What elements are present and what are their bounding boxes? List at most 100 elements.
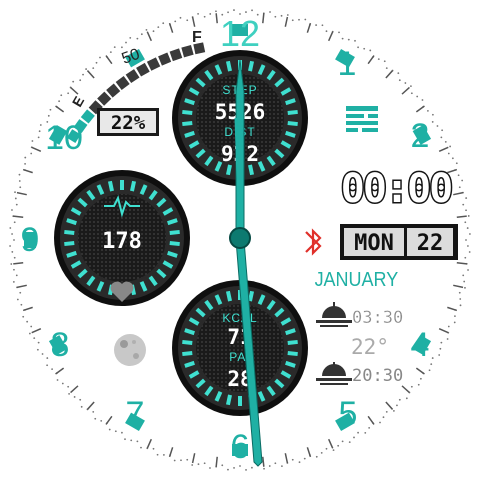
minute-tick bbox=[327, 31, 334, 42]
minute-dot bbox=[382, 416, 385, 419]
heart-rate-value: 178 bbox=[102, 229, 142, 254]
minute-tick bbox=[105, 415, 113, 425]
minute-dot bbox=[251, 466, 253, 469]
minute-dot bbox=[280, 14, 283, 17]
minute-dot bbox=[274, 15, 277, 18]
minute-dot bbox=[18, 173, 21, 176]
minute-dot bbox=[186, 458, 189, 461]
minute-dot bbox=[156, 453, 159, 456]
minute-dot bbox=[440, 341, 443, 344]
minute-tick bbox=[284, 16, 289, 27]
minute-tick bbox=[191, 453, 196, 464]
minute-dot bbox=[68, 393, 70, 395]
minute-dot bbox=[30, 325, 33, 328]
minute-tick bbox=[401, 86, 410, 95]
minute-tick bbox=[16, 191, 27, 196]
minute-dot bbox=[72, 80, 75, 83]
minute-dot bbox=[467, 215, 470, 217]
minute-dot bbox=[197, 12, 199, 15]
minute-dot bbox=[67, 385, 70, 388]
minute-dot bbox=[60, 94, 63, 97]
minute-dot bbox=[61, 382, 64, 385]
hour-numeral-5: 5 bbox=[338, 395, 358, 433]
sunrise-icon bbox=[316, 302, 352, 327]
minute-dot bbox=[179, 16, 182, 19]
minute-dot bbox=[203, 462, 206, 465]
digital-time: 00:00 bbox=[341, 166, 451, 212]
minute-dot bbox=[85, 68, 87, 70]
minute-dot bbox=[173, 459, 176, 462]
subdial-tick bbox=[64, 241, 75, 247]
minute-tick bbox=[385, 401, 394, 410]
subdial-tick bbox=[225, 60, 232, 72]
hour-numeral-12: 12 bbox=[220, 13, 261, 54]
minute-dot bbox=[157, 26, 160, 29]
minute-tick bbox=[367, 415, 375, 425]
minute-dot bbox=[274, 462, 277, 465]
minute-dot bbox=[410, 92, 413, 95]
minute-dot bbox=[95, 61, 98, 64]
minute-dot bbox=[79, 398, 82, 401]
minute-dot bbox=[464, 256, 467, 259]
minute-dot bbox=[79, 79, 82, 82]
minute-dot bbox=[227, 468, 229, 471]
hour-numeral-1: 1 bbox=[337, 45, 357, 83]
minute-dot bbox=[325, 447, 328, 450]
minute-dot bbox=[245, 469, 247, 471]
notification-icon[interactable] bbox=[344, 104, 380, 134]
minute-dot bbox=[19, 186, 22, 189]
minute-dot bbox=[410, 385, 413, 388]
battery-block bbox=[115, 75, 130, 90]
minute-dot bbox=[15, 203, 18, 206]
minute-tick bbox=[215, 13, 218, 24]
minute-dot bbox=[129, 36, 132, 39]
minute-dot bbox=[379, 421, 381, 424]
minute-dot bbox=[82, 73, 84, 76]
minute-dot bbox=[466, 227, 469, 229]
minute-tick bbox=[306, 22, 312, 33]
minute-dot bbox=[162, 454, 165, 456]
minute-dot bbox=[427, 109, 429, 112]
battery-block bbox=[146, 57, 161, 71]
kcal-label: KCAL bbox=[222, 311, 257, 325]
minute-tick bbox=[13, 215, 24, 218]
minute-tick bbox=[438, 146, 449, 153]
minute-dot bbox=[108, 428, 111, 431]
minute-dot bbox=[209, 467, 211, 469]
hour-numeral-10: 10 bbox=[45, 119, 83, 157]
minute-tick bbox=[306, 447, 312, 458]
subdial-tick bbox=[182, 121, 193, 127]
sunset-icon bbox=[316, 362, 352, 385]
minute-dot bbox=[113, 46, 116, 49]
minute-dot bbox=[73, 396, 76, 398]
battery-block bbox=[106, 83, 121, 98]
minute-dot bbox=[251, 9, 253, 12]
minute-tick bbox=[70, 86, 79, 95]
battery-scale-label-f: F bbox=[192, 29, 202, 46]
minute-dot bbox=[465, 239, 467, 241]
minute-dot bbox=[10, 263, 13, 265]
minute-dot bbox=[47, 114, 50, 117]
minute-dot bbox=[440, 136, 443, 139]
subdial-tick bbox=[225, 290, 232, 302]
minute-dot bbox=[469, 233, 471, 235]
minute-dot bbox=[263, 467, 265, 470]
minute-dot bbox=[462, 274, 465, 277]
minute-dot bbox=[458, 291, 461, 294]
subdial-tick bbox=[248, 60, 255, 72]
subdial-tick bbox=[287, 339, 298, 345]
minute-dot bbox=[462, 203, 465, 206]
minute-dot bbox=[269, 11, 271, 13]
minute-dot bbox=[203, 15, 206, 18]
minute-dot bbox=[447, 325, 450, 328]
date-box: MON 22 bbox=[340, 224, 458, 260]
minute-dot bbox=[140, 446, 142, 449]
subdial-tick bbox=[64, 229, 75, 235]
subdial-tick bbox=[225, 164, 232, 176]
minute-dot bbox=[233, 9, 235, 11]
battery-block bbox=[97, 91, 112, 106]
bluetooth-icon bbox=[305, 228, 322, 256]
minute-dot bbox=[152, 447, 155, 450]
minute-dot bbox=[446, 338, 449, 340]
minute-dot bbox=[39, 124, 42, 126]
